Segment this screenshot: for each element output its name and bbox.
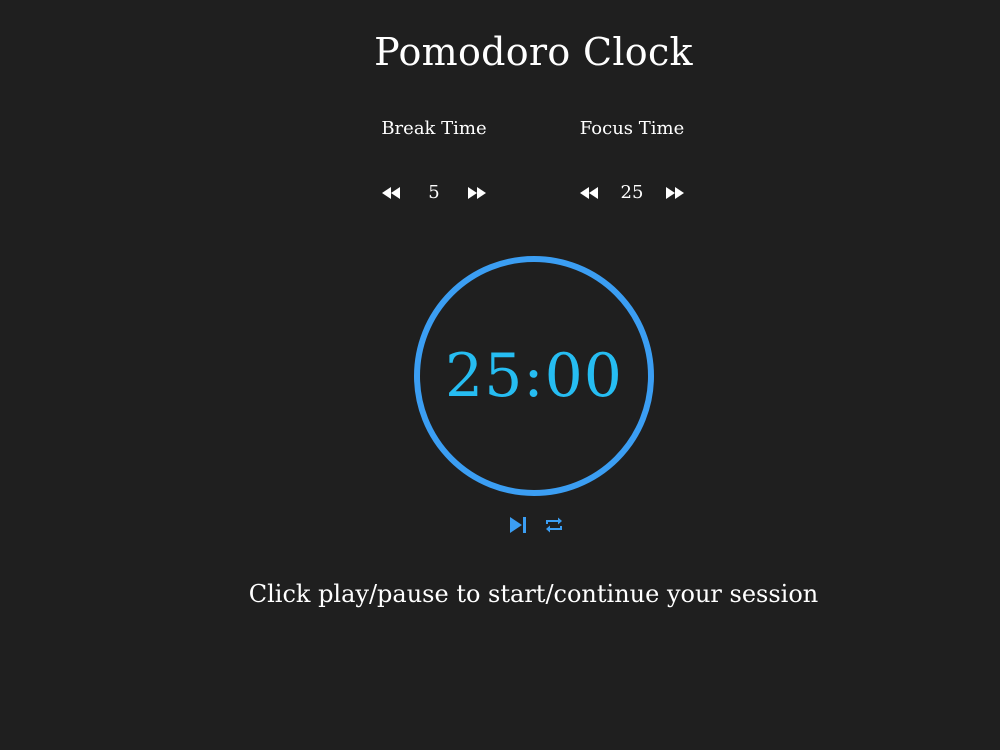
focus-time-setting: Focus Time 25 (532, 118, 732, 208)
fast-forward-icon (468, 187, 486, 199)
focus-increment-button[interactable] (660, 178, 690, 208)
break-time-value: 5 (428, 182, 440, 203)
focus-time-value: 25 (620, 182, 644, 203)
break-time-setting: Break Time 5 (334, 118, 534, 208)
play-pause-button[interactable] (505, 512, 531, 538)
rewind-icon (382, 187, 400, 199)
focus-decrement-button[interactable] (574, 178, 604, 208)
repeat-icon (546, 517, 562, 533)
focus-time-label: Focus Time (579, 118, 685, 139)
fast-forward-icon (666, 187, 684, 199)
break-time-label: Break Time (381, 118, 487, 139)
pomodoro-app: Pomodoro Clock Break Time 5 Focus Time 2… (0, 0, 1000, 750)
rewind-icon (580, 187, 598, 199)
player-controls (505, 512, 567, 538)
instruction-message: Click play/pause to start/continue your … (248, 580, 819, 608)
page-title: Pomodoro Clock (374, 30, 693, 74)
timer-display: 25:00 (445, 341, 623, 411)
break-increment-button[interactable] (462, 178, 492, 208)
timer-ring: 25:00 (414, 256, 654, 496)
skip-forward-icon (510, 517, 526, 533)
focus-time-controls: 25 (532, 178, 732, 208)
break-decrement-button[interactable] (376, 178, 406, 208)
break-time-controls: 5 (334, 178, 534, 208)
reset-button[interactable] (541, 512, 567, 538)
